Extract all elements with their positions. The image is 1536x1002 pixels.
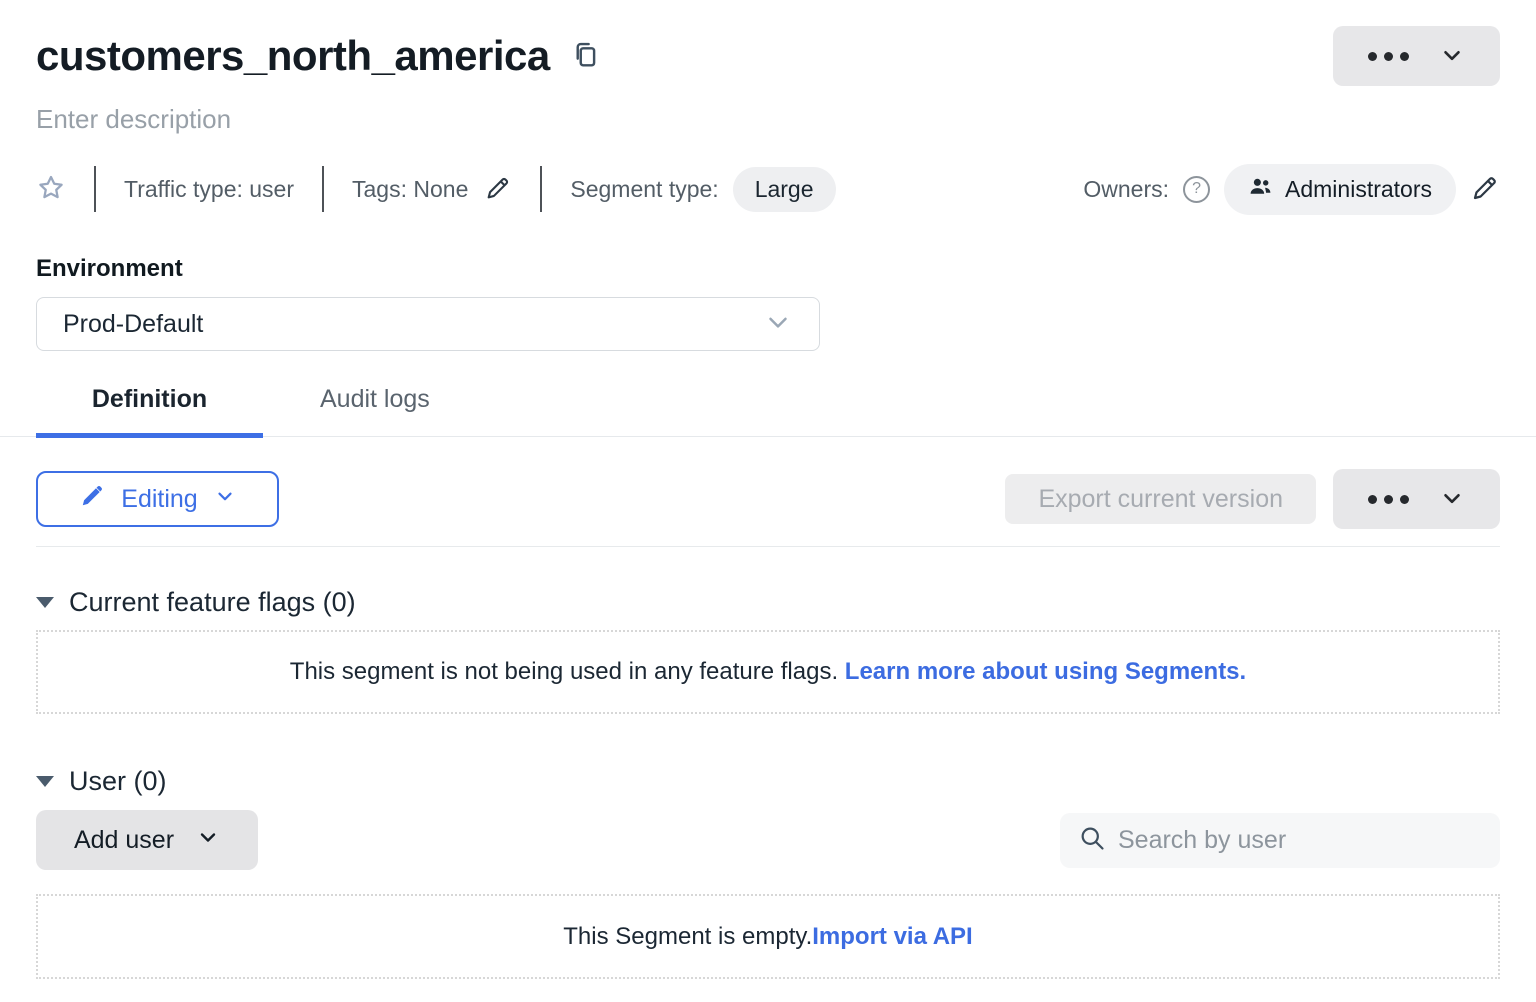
toolbar-divider	[36, 546, 1500, 547]
edit-owners-button[interactable]	[1470, 173, 1500, 206]
caret-down-icon	[36, 776, 54, 787]
learn-more-link[interactable]: Learn more about using Segments.	[845, 658, 1246, 686]
chevron-down-icon	[763, 307, 793, 342]
owners-label: Owners:	[1083, 176, 1169, 203]
feature-flags-empty-state: This segment is not being used in any fe…	[36, 630, 1500, 714]
ellipsis-icon	[1368, 52, 1409, 61]
copy-name-button[interactable]	[570, 38, 600, 75]
pencil-icon	[484, 174, 512, 205]
owners-value: Administrators	[1285, 176, 1432, 203]
export-current-version-button[interactable]: Export current version	[1005, 474, 1316, 524]
owners-group: Owners: ? Administrators	[1083, 164, 1500, 215]
help-icon[interactable]: ?	[1183, 176, 1210, 203]
page-title: customers_north_america	[36, 32, 550, 80]
segment-type-label: Segment type:	[570, 176, 718, 203]
header-more-actions-button[interactable]	[1333, 26, 1500, 86]
divider	[322, 166, 324, 212]
owners-chip[interactable]: Administrators	[1224, 164, 1456, 215]
feature-flags-section-header[interactable]: Current feature flags (0)	[36, 587, 1500, 618]
tab-label: Definition	[92, 385, 207, 413]
tab-label: Audit logs	[320, 385, 430, 413]
people-icon	[1248, 174, 1273, 205]
segment-type-badge: Large	[733, 167, 836, 212]
copy-icon	[570, 38, 600, 75]
add-user-label: Add user	[74, 826, 174, 855]
divider	[94, 166, 96, 212]
user-search-box	[1060, 813, 1500, 868]
spacer	[838, 658, 845, 686]
feature-flags-section-title: Current feature flags (0)	[69, 587, 356, 618]
tab-audit-logs[interactable]: Audit logs	[320, 385, 430, 436]
tab-bar: Definition Audit logs	[0, 385, 1536, 437]
chevron-down-icon	[1439, 485, 1465, 514]
user-controls-row: Add user	[36, 810, 1500, 870]
environment-selected-value: Prod-Default	[63, 310, 203, 339]
tags-label: Tags: None	[352, 176, 468, 203]
user-search-input[interactable]	[1118, 826, 1482, 855]
feature-flags-empty-text: This segment is not being used in any fe…	[290, 658, 838, 686]
environment-label: Environment	[36, 255, 1500, 283]
pencil-icon	[1470, 173, 1500, 206]
environment-select[interactable]: Prod-Default	[36, 297, 820, 351]
title-row: customers_north_america	[36, 26, 1500, 86]
divider	[540, 166, 542, 212]
segment-detail-page: customers_north_america Enter descriptio…	[0, 26, 1536, 1002]
definition-more-actions-button[interactable]	[1333, 469, 1500, 529]
user-section-header[interactable]: User (0)	[36, 766, 1500, 797]
meta-row: Traffic type: user Tags: None Segment ty…	[36, 165, 1500, 213]
segment-empty-state: This Segment is empty. Import via API	[36, 894, 1500, 979]
traffic-type-label: Traffic type: user	[124, 176, 294, 203]
star-icon	[36, 173, 66, 206]
pencil-icon	[79, 483, 105, 516]
add-user-button[interactable]: Add user	[36, 810, 258, 870]
chevron-down-icon	[214, 485, 236, 514]
favorite-star-button[interactable]	[36, 173, 66, 206]
tab-definition[interactable]: Definition	[36, 385, 263, 436]
import-via-api-link[interactable]: Import via API	[812, 923, 972, 951]
definition-toolbar: Editing Export current version	[36, 469, 1500, 529]
description-field[interactable]: Enter description	[36, 104, 1500, 135]
ellipsis-icon	[1368, 495, 1409, 504]
chevron-down-icon	[1439, 42, 1465, 71]
editing-label: Editing	[121, 485, 197, 514]
segment-empty-text: This Segment is empty.	[563, 923, 812, 951]
active-tab-indicator	[36, 433, 263, 438]
user-section-title: User (0)	[69, 766, 167, 797]
caret-down-icon	[36, 597, 54, 608]
chevron-down-icon	[196, 825, 220, 856]
editing-mode-button[interactable]: Editing	[36, 471, 279, 527]
search-icon	[1078, 824, 1106, 857]
edit-tags-button[interactable]	[484, 174, 512, 205]
